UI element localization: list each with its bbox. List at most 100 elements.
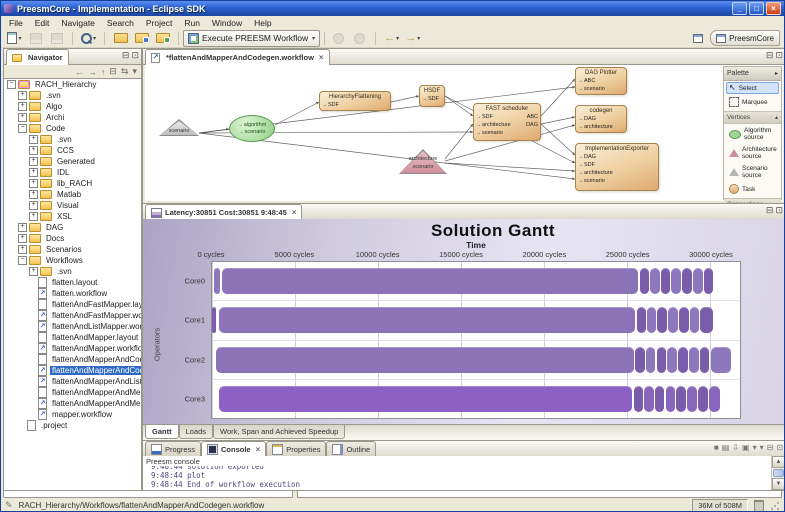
collapse-all-icon[interactable]: ⊟ <box>109 66 117 77</box>
debug-button[interactable] <box>350 30 369 47</box>
tree-item-flattenandfastmapper-workflow[interactable]: ↗flattenAndFastMapper.workflow <box>4 310 141 321</box>
back-icon[interactable]: ← <box>75 67 84 77</box>
minimize-view-icon[interactable]: ⊟ <box>766 51 774 60</box>
tab-loads[interactable]: Loads <box>179 425 213 439</box>
tree-item-mapper-workflow[interactable]: ↗mapper.workflow <box>4 409 141 420</box>
expand-toggle[interactable]: + <box>29 201 38 210</box>
view-menu-icon[interactable]: ▾ <box>132 66 137 77</box>
palette-item-algorithm-source[interactable]: Algorithm source <box>726 125 779 143</box>
tree-item-xsl[interactable]: +XSL <box>4 211 141 222</box>
expand-toggle[interactable]: + <box>18 245 27 254</box>
tree-item-flattenandmapperandlist-workflow[interactable]: ↗flattenAndMapperAndList.workflow <box>4 376 141 387</box>
tab-outline[interactable]: Outline <box>326 441 376 456</box>
expand-toggle[interactable]: + <box>29 146 38 155</box>
tree-item-rach-hierarchy[interactable]: −RACH_Hierarchy <box>4 79 141 90</box>
chevron-down-icon[interactable]: ▾ <box>417 35 420 42</box>
maximize-view-icon[interactable]: ⊡ <box>131 51 139 60</box>
perspective-preesmcore-button[interactable]: PreesmCore <box>710 30 780 46</box>
minimize-view-icon[interactable]: ⊟ <box>767 443 774 452</box>
tree-item-flattenandmapperandcodegen-layout[interactable]: flattenAndMapperAndCodegen.layout <box>4 354 141 365</box>
tree-item-dag[interactable]: +DAG <box>4 222 141 233</box>
open-console-icon[interactable]: ▾ <box>753 443 757 452</box>
diagram-node-hsdf-node[interactable]: HSDFSDF <box>419 85 445 107</box>
tree-item-matlab[interactable]: +Matlab <box>4 189 141 200</box>
close-button[interactable]: × <box>766 2 781 15</box>
tree-item-workflows[interactable]: −Workflows <box>4 255 141 266</box>
maximize-view-icon[interactable]: ⊡ <box>775 51 783 60</box>
expand-toggle[interactable]: + <box>18 223 27 232</box>
tree-item-flattenandmapperandmemos-layout[interactable]: flattenAndMapperAndMemos.layout <box>4 387 141 398</box>
tree-item-idl[interactable]: +IDL <box>4 167 141 178</box>
scroll-down-icon[interactable]: ▼ <box>772 478 785 490</box>
maximize-view-icon[interactable]: ⊡ <box>776 443 783 452</box>
tree-item-flattenandmapperandmemos-workflow[interactable]: ↗flattenAndMapperAndMemos.workflow <box>4 398 141 409</box>
palette-section-vertices[interactable]: Vertices▴ <box>724 111 781 124</box>
tree-item-code[interactable]: −Code <box>4 123 141 134</box>
clear-console-icon[interactable]: ▤ <box>722 443 730 452</box>
maximize-button[interactable]: □ <box>749 2 764 15</box>
pin-console-icon[interactable]: ▣ <box>742 443 750 452</box>
expand-toggle[interactable]: + <box>29 190 38 199</box>
terminate-icon[interactable]: ■ <box>714 443 719 452</box>
minimize-view-icon[interactable]: ⊟ <box>766 206 774 215</box>
palette-header[interactable]: Palette ▸ <box>724 67 781 81</box>
close-tab-icon[interactable]: × <box>292 208 297 217</box>
palette-item-architecture-source[interactable]: Architecture source <box>726 144 779 162</box>
minimize-view-icon[interactable]: ⊟ <box>122 51 130 60</box>
close-tab-icon[interactable]: × <box>256 445 261 454</box>
navigator-tab[interactable]: Navigator <box>6 49 69 65</box>
console-scrollbar[interactable]: ▲ ▼ <box>771 456 785 490</box>
tree-item-archi[interactable]: +Archi <box>4 112 141 123</box>
expand-toggle[interactable]: + <box>29 135 38 144</box>
tree-item-lib-rach[interactable]: +lib_RACH <box>4 178 141 189</box>
tree-item-flatten-workflow[interactable]: ↗flatten.workflow <box>4 288 141 299</box>
menu-project[interactable]: Project <box>140 17 178 29</box>
menu-edit[interactable]: Edit <box>29 17 56 29</box>
tree-item-flattenandmapper-layout[interactable]: flattenAndMapper.layout <box>4 332 141 343</box>
open-task-button[interactable] <box>153 30 172 47</box>
tree-item-algo[interactable]: +Algo <box>4 101 141 112</box>
expand-toggle[interactable]: − <box>7 80 16 89</box>
run-button[interactable] <box>329 30 348 47</box>
close-tab-icon[interactable]: × <box>319 53 324 62</box>
chevron-down-icon[interactable]: ▾ <box>312 35 315 42</box>
tab-properties[interactable]: Properties <box>266 441 326 456</box>
link-editor-icon[interactable]: ⇆ <box>121 66 129 77</box>
menu-navigate[interactable]: Navigate <box>55 17 101 29</box>
maximize-view-icon[interactable]: ⊡ <box>775 206 783 215</box>
palette-item-task[interactable]: Task <box>726 182 779 196</box>
tab-work-span-and-achieved-speedup[interactable]: Work, Span and Achieved Speedup <box>213 425 345 439</box>
expand-toggle[interactable]: − <box>18 256 27 265</box>
execute-workflow-button[interactable]: Execute PREESM Workflow ▾ <box>183 30 320 47</box>
tree-item-svn[interactable]: +.svn <box>4 90 141 101</box>
open-resource-button[interactable] <box>111 30 130 47</box>
expand-toggle[interactable]: + <box>29 267 38 276</box>
tree-item-flatten-layout[interactable]: flatten.layout <box>4 277 141 288</box>
diagram-node-dag-plotter[interactable]: DAG PlotterABCscenario <box>575 67 627 95</box>
tree-item-docs[interactable]: +Docs <box>4 233 141 244</box>
expand-toggle[interactable]: + <box>29 212 38 221</box>
scroll-up-icon[interactable]: ▲ <box>772 456 785 468</box>
chevron-down-icon[interactable]: ▾ <box>93 35 96 42</box>
save-all-button[interactable] <box>47 30 66 47</box>
console-body[interactable]: Preesm console 9:48:44 solution exported… <box>143 456 785 490</box>
palette-item-marquee[interactable]: Marquee <box>726 95 779 109</box>
diagram-node-fast-scheduler[interactable]: FAST schedulerSDFABCarchitectureDAGscena… <box>473 103 541 141</box>
scroll-thumb[interactable] <box>773 469 784 477</box>
gantt-tab[interactable]: Latency:30851 Cost:30851 9:48:45 × <box>145 204 302 220</box>
tree-item-ccs[interactable]: +CCS <box>4 145 141 156</box>
forward-button[interactable]: →▾ <box>403 30 422 47</box>
save-button[interactable] <box>26 30 45 47</box>
expand-toggle[interactable]: − <box>18 124 27 133</box>
expand-toggle[interactable]: + <box>18 102 27 111</box>
diagram-canvas[interactable]: scenarioalgorithmscenarioHierarchyFlatte… <box>145 65 783 201</box>
expand-toggle[interactable]: + <box>18 113 27 122</box>
diagram-node-algorithm-node[interactable]: algorithmscenario <box>229 115 275 142</box>
tree-item-svn[interactable]: +.svn <box>4 134 141 145</box>
minimize-button[interactable]: _ <box>732 2 747 15</box>
up-icon[interactable]: ↑ <box>101 67 106 77</box>
tab-progress[interactable]: Progress <box>145 441 201 456</box>
expand-toggle[interactable]: + <box>29 157 38 166</box>
tree-item-flattenandmapperandcodegen-workflow[interactable]: ↗flattenAndMapperAndCodegen.workflow <box>4 365 141 376</box>
chevron-down-icon[interactable]: ▾ <box>18 35 21 42</box>
